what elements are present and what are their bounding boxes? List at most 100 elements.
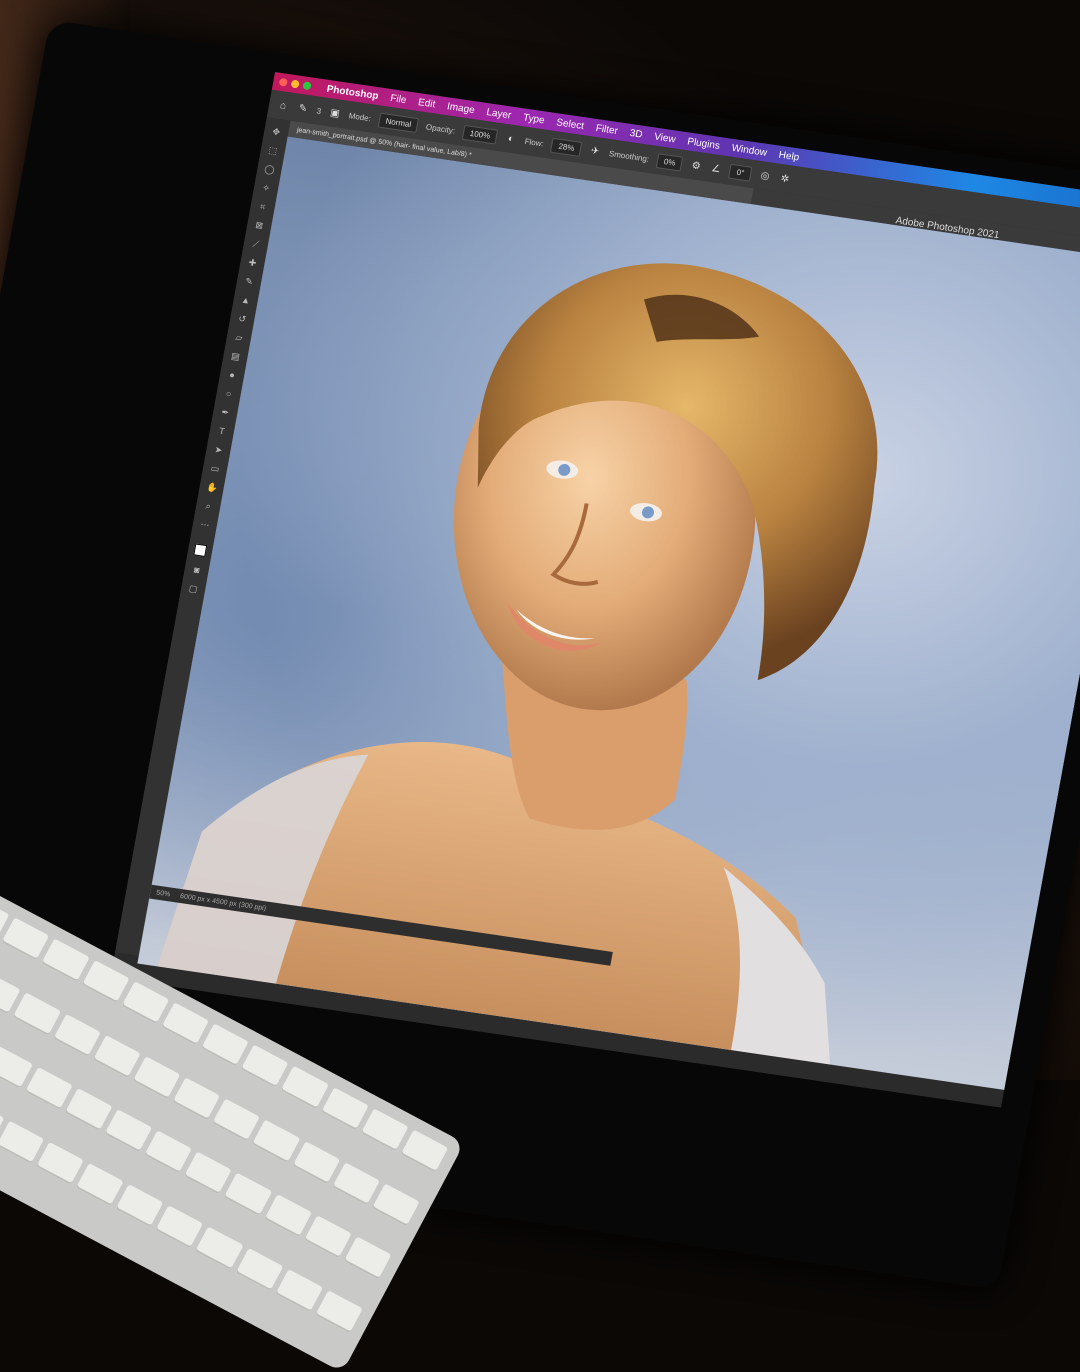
keyboard-key — [212, 1098, 261, 1142]
window-controls — [278, 77, 312, 91]
portrait-painting — [157, 263, 878, 1065]
minimize-window-button[interactable] — [290, 79, 300, 89]
menu-image[interactable]: Image — [446, 101, 475, 116]
more-tools-icon[interactable]: ⋯ — [199, 519, 211, 530]
pressure-size-icon[interactable]: ◎ — [758, 169, 772, 183]
brush-size-value[interactable]: 3 — [316, 106, 322, 116]
keyboard-key — [252, 1119, 301, 1163]
symmetry-icon[interactable]: ✲ — [778, 172, 792, 186]
menu-help[interactable]: Help — [778, 149, 800, 163]
brush-preset-icon[interactable]: ✎ — [296, 102, 310, 116]
smoothing-label: Smoothing: — [608, 148, 650, 164]
keyboard-key — [400, 1129, 449, 1173]
opacity-label: Opacity: — [425, 121, 456, 136]
hand-icon[interactable]: ✋ — [206, 482, 219, 493]
menu-3d[interactable]: 3D — [629, 127, 644, 140]
keyboard-key — [64, 1087, 113, 1131]
document-canvas[interactable] — [137, 136, 1080, 1094]
menu-type[interactable]: Type — [522, 112, 545, 126]
keyboard-key — [372, 1182, 420, 1227]
crop-icon[interactable]: ⌗ — [257, 201, 269, 212]
flow-field[interactable]: 28% — [550, 137, 583, 157]
photoshop-window: Photoshop File Edit Image Layer Type Sel… — [110, 72, 1080, 1108]
keyboard-key — [81, 959, 130, 1003]
keyboard-key — [41, 938, 90, 982]
brush-icon[interactable]: ✎ — [243, 276, 255, 287]
lasso-icon[interactable]: ◯ — [264, 164, 276, 175]
keyboard-key — [201, 1023, 249, 1067]
smoothing-field[interactable]: 0% — [655, 152, 684, 172]
keyboard-key — [275, 1268, 324, 1312]
pressure-opacity-icon[interactable]: ◐ — [504, 132, 518, 146]
keyboard-key — [343, 1236, 392, 1280]
keyboard-key — [121, 981, 170, 1025]
keyboard-key — [0, 1120, 44, 1164]
keyboard-key — [292, 1140, 341, 1184]
gear-icon[interactable]: ⚙ — [689, 159, 703, 173]
zoom-level[interactable]: 50% — [156, 889, 171, 898]
menu-view[interactable]: View — [653, 131, 676, 145]
keyboard-key — [115, 1183, 164, 1227]
keyboard-key — [320, 1087, 369, 1131]
keyboard-key — [13, 992, 61, 1036]
keyboard-key — [224, 1172, 272, 1216]
mode-dropdown[interactable]: Normal — [377, 112, 420, 133]
keyboard-key — [92, 1034, 141, 1078]
keyboard-key — [144, 1130, 193, 1174]
menu-edit[interactable]: Edit — [417, 97, 436, 110]
stamp-icon[interactable]: ▲ — [240, 295, 252, 306]
brush-settings-icon[interactable]: ▣ — [328, 106, 342, 120]
keyboard-key — [172, 1076, 221, 1120]
path-select-icon[interactable]: ➤ — [213, 444, 225, 455]
menu-layer[interactable]: Layer — [486, 107, 513, 121]
rectangle-icon[interactable]: ▭ — [209, 463, 221, 474]
dodge-icon[interactable]: ○ — [223, 388, 235, 399]
keyboard-key — [280, 1065, 329, 1109]
airbrush-icon[interactable]: ✈ — [588, 144, 602, 158]
keyboard-key — [184, 1151, 232, 1195]
keyboard-key — [161, 1002, 209, 1046]
angle-icon: ∠ — [710, 162, 722, 175]
zoom-icon[interactable]: ⌕ — [202, 500, 214, 512]
home-icon[interactable]: ⌂ — [276, 99, 290, 113]
keyboard-key — [235, 1247, 284, 1291]
menu-file[interactable]: File — [389, 93, 407, 106]
type-icon[interactable]: T — [216, 425, 228, 437]
keyboard-key — [240, 1044, 289, 1088]
flow-label: Flow: — [524, 136, 545, 148]
keyboard-key — [24, 1066, 73, 1110]
keyboard-key — [315, 1289, 364, 1333]
move-icon[interactable]: ✥ — [270, 126, 282, 137]
close-window-button[interactable] — [278, 77, 288, 87]
keyboard-key — [155, 1204, 204, 1249]
eraser-icon[interactable]: ▱ — [233, 332, 245, 343]
keyboard-key — [104, 1109, 153, 1153]
menu-window[interactable]: Window — [731, 142, 768, 158]
keyboard-key — [303, 1215, 352, 1259]
quick-mask-icon[interactable]: ◙ — [191, 564, 203, 576]
zoom-window-button[interactable] — [302, 81, 312, 91]
eyedropper-icon[interactable]: ⟋ — [250, 238, 262, 250]
quick-select-icon[interactable]: ✧ — [260, 182, 272, 193]
keyboard-key — [53, 1013, 101, 1057]
blur-icon[interactable]: ● — [226, 369, 238, 381]
menu-filter[interactable]: Filter — [595, 122, 619, 136]
keyboard-key — [76, 1162, 124, 1206]
angle-field[interactable]: 0° — [728, 163, 753, 182]
keyboard-key — [132, 1055, 181, 1099]
foreground-color-swatch[interactable] — [193, 543, 208, 557]
menu-select[interactable]: Select — [555, 117, 584, 132]
keyboard-key — [263, 1193, 312, 1238]
mode-label: Mode: — [348, 110, 372, 123]
screen-mode-icon[interactable]: ▢ — [187, 583, 199, 594]
pen-icon[interactable]: ✒ — [219, 407, 231, 418]
healing-icon[interactable]: ✚ — [247, 257, 259, 268]
opacity-field[interactable]: 100% — [461, 124, 499, 145]
keyboard-key — [360, 1108, 409, 1152]
keyboard-key — [195, 1226, 244, 1270]
history-brush-icon[interactable]: ↺ — [236, 313, 248, 324]
gradient-icon[interactable]: ▤ — [230, 351, 242, 362]
marquee-icon[interactable]: ⬚ — [267, 145, 279, 156]
menu-plugins[interactable]: Plugins — [686, 136, 720, 152]
frame-icon[interactable]: ⊠ — [253, 220, 265, 231]
